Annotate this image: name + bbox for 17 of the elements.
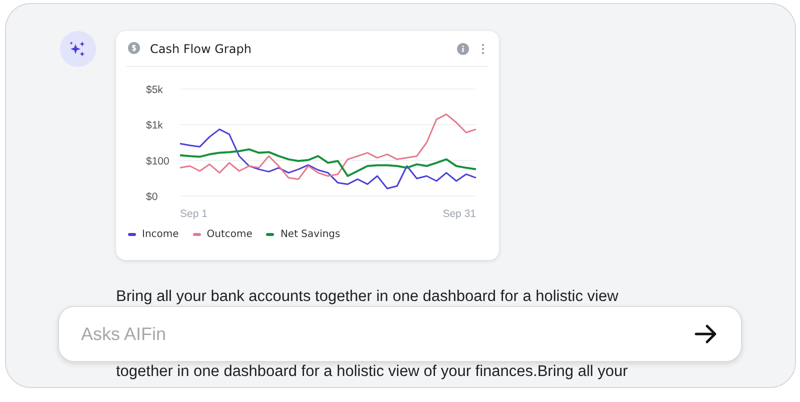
more-icon[interactable] [481, 42, 485, 54]
y-axis-label: $5k [146, 84, 163, 96]
sparkles-icon [60, 31, 96, 67]
message-text: Bring all your bank accounts together in one dashboard for a holistic view [116, 287, 620, 307]
y-axis-label: $1k [146, 120, 163, 132]
info-icon[interactable] [457, 42, 469, 54]
x-axis-label: Sep 31 [442, 208, 476, 220]
card-title: Cash Flow Graph [150, 42, 252, 56]
legend-label: Net Savings [280, 229, 340, 240]
arrow-right-icon[interactable] [694, 324, 718, 344]
x-axis-label: Sep 1 [180, 208, 208, 220]
ask-field[interactable]: Asks AIFin [58, 306, 742, 362]
message-text: together in one dashboard for a holistic view of your finances.Bring all your [116, 362, 629, 382]
y-axis-label: $100 [146, 155, 170, 168]
y-axis-label: $0 [146, 191, 158, 203]
legend-label: Outcome [206, 229, 252, 240]
legend-label: Income [142, 229, 179, 240]
